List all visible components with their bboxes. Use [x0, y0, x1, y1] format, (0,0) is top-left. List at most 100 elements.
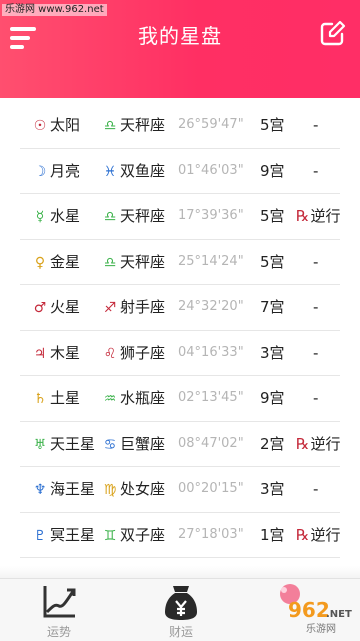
degree-value: 00°20'15"	[178, 481, 244, 496]
planet-cell: ♄ 土星	[32, 376, 80, 420]
sign-cell: ♋ 巨蟹座	[102, 422, 165, 466]
sign-name: 射手座	[120, 298, 166, 316]
table-row[interactable]: ♂ 火星 ♐ 射手座 24°32'20" 7宫 -	[20, 285, 340, 331]
tab-fortune[interactable]: 运势	[24, 579, 94, 641]
zodiac-glyph-icon: ♊	[103, 527, 117, 544]
planet-cell: ♂ 火星	[32, 285, 80, 329]
planet-name: 天王星	[50, 434, 96, 453]
house-value: 9宫	[260, 389, 285, 407]
zodiac-glyph-icon: ♎	[103, 254, 117, 271]
sign-name: 天秤座	[120, 116, 166, 134]
table-row[interactable]: ☉ 太阳 ♎ 天秤座 26°59'47" 5宫 -	[20, 103, 340, 149]
sign-name: 双子座	[120, 525, 166, 544]
table-row[interactable]: ☿ 水星 ♎ 天秤座 17°39'36" 5宫 ℞逆行	[20, 194, 340, 240]
zodiac-glyph-icon: ♐	[103, 300, 117, 316]
retrograde-icon: ℞	[296, 207, 310, 225]
table-row[interactable]: ♅ 天王星 ♋ 巨蟹座 08°47'02" 2宫 ℞逆行	[20, 422, 340, 467]
degree-value: 25°14'24"	[178, 253, 244, 269]
house-value: 1宫	[260, 525, 285, 544]
retrograde-icon: ℞	[296, 525, 310, 544]
sign-name: 双鱼座	[120, 161, 166, 180]
planet-cell: ♇ 冥王星	[32, 513, 95, 557]
degree-value: 08°47'02"	[178, 435, 244, 451]
table-row[interactable]: ♀ 金星 ♎ 天秤座 25°14'24" 5宫 -	[20, 240, 340, 285]
planet-table: ☉ 太阳 ♎ 天秤座 26°59'47" 5宫 - ☽ 月亮 ♓ 双鱼座 01°46'03" 9宫 - ☿ 水…	[20, 103, 340, 558]
planet-cell: ♃ 木星	[32, 331, 80, 375]
house-value: 3宫	[260, 343, 285, 362]
degree-value: 01°46'03"	[178, 162, 244, 178]
planet-glyph-icon: ♃	[33, 345, 47, 362]
sign-name: 水瓶座	[120, 389, 166, 407]
planet-cell: ♆ 海王星	[32, 467, 95, 511]
table-row[interactable]: ♃ 木星 ♌ 狮子座 04°16'33" 3宫 -	[20, 331, 340, 376]
degree-value: 27°18'03"	[178, 526, 244, 542]
brand-logo: 962 .NET 乐游网	[280, 584, 352, 635]
retrograde-label: 逆行	[310, 434, 341, 453]
planet-glyph-icon: ♅	[33, 436, 47, 453]
retrograde-icon: ℞	[296, 434, 310, 453]
zodiac-glyph-icon: ♎	[103, 209, 117, 225]
sign-cell: ♊ 双子座	[102, 513, 165, 557]
planet-glyph-icon: ☉	[33, 118, 47, 134]
zodiac-glyph-icon: ♎	[103, 118, 117, 134]
table-row[interactable]: ♇ 冥王星 ♊ 双子座 27°18'03" 1宫 ℞逆行	[20, 513, 340, 558]
tab-label: 运势	[46, 625, 71, 639]
retrograde-status: -	[313, 161, 319, 180]
degree-value: 24°32'20"	[178, 299, 244, 314]
edit-icon[interactable]	[318, 20, 346, 48]
planet-name: 海王星	[50, 480, 96, 498]
sign-name: 天秤座	[120, 252, 166, 271]
planet-cell: ☉ 太阳	[32, 103, 80, 147]
house-value: 5宫	[260, 207, 285, 225]
sign-cell: ♍ 处女座	[102, 467, 165, 511]
planet-glyph-icon: ☿	[35, 209, 45, 225]
retrograde-status: -	[313, 343, 319, 362]
planet-glyph-icon: ☽	[33, 163, 47, 180]
sign-cell: ♎ 天秤座	[102, 194, 165, 238]
retrograde-status: ℞逆行	[296, 513, 340, 557]
page-title: 我的星盘	[138, 24, 222, 48]
zodiac-glyph-icon: ♒	[103, 391, 117, 407]
planet-name: 月亮	[50, 161, 81, 180]
retrograde-status: -	[313, 389, 319, 407]
planet-glyph-icon: ♇	[33, 527, 47, 544]
sign-cell: ♌ 狮子座	[102, 331, 165, 375]
planet-glyph-icon: ♀	[34, 254, 46, 271]
zodiac-glyph-icon: ♋	[103, 436, 117, 453]
house-value: 7宫	[260, 298, 285, 316]
sign-name: 巨蟹座	[120, 434, 166, 453]
sign-cell: ♓ 双鱼座	[102, 149, 165, 193]
planet-cell: ♀ 金星	[32, 240, 80, 284]
table-row[interactable]: ♄ 土星 ♒ 水瓶座 02°13'45" 9宫 -	[20, 376, 340, 422]
planet-name: 土星	[50, 389, 81, 407]
retrograde-status: ℞逆行	[296, 194, 340, 238]
planet-cell: ♅ 天王星	[32, 422, 95, 466]
planet-name: 金星	[50, 252, 81, 271]
planet-name: 火星	[50, 298, 81, 316]
svg-text:962: 962	[288, 598, 330, 622]
zodiac-glyph-icon: ♍	[103, 482, 117, 498]
degree-value: 04°16'33"	[178, 344, 244, 360]
sign-cell: ♎ 天秤座	[102, 240, 165, 284]
house-value: 2宫	[260, 434, 285, 453]
table-row[interactable]: ♆ 海王星 ♍ 处女座 00°20'15" 3宫 -	[20, 467, 340, 513]
planet-name: 冥王星	[50, 525, 96, 544]
sign-cell: ♒ 水瓶座	[102, 376, 165, 420]
retrograde-label: 逆行	[310, 207, 341, 225]
tab-label: 财运	[168, 625, 193, 639]
zodiac-glyph-icon: ♌	[103, 345, 117, 362]
retrograde-status: ℞逆行	[296, 422, 340, 466]
retrograde-status: -	[313, 298, 319, 316]
svg-text:乐游网: 乐游网	[306, 622, 336, 635]
planet-name: 水星	[50, 207, 81, 225]
watermark: 乐游网 www.962.net	[2, 4, 107, 16]
table-row[interactable]: ☽ 月亮 ♓ 双鱼座 01°46'03" 9宫 -	[20, 149, 340, 194]
tab-wealth[interactable]: 财运	[146, 579, 216, 641]
chart-line-icon	[43, 586, 76, 618]
money-bag-icon	[165, 586, 197, 620]
planet-cell: ☽ 月亮	[32, 149, 80, 193]
house-value: 9宫	[260, 161, 285, 180]
sign-name: 天秤座	[120, 207, 166, 225]
svg-text:.NET: .NET	[326, 609, 352, 620]
retrograde-status: -	[313, 480, 319, 498]
